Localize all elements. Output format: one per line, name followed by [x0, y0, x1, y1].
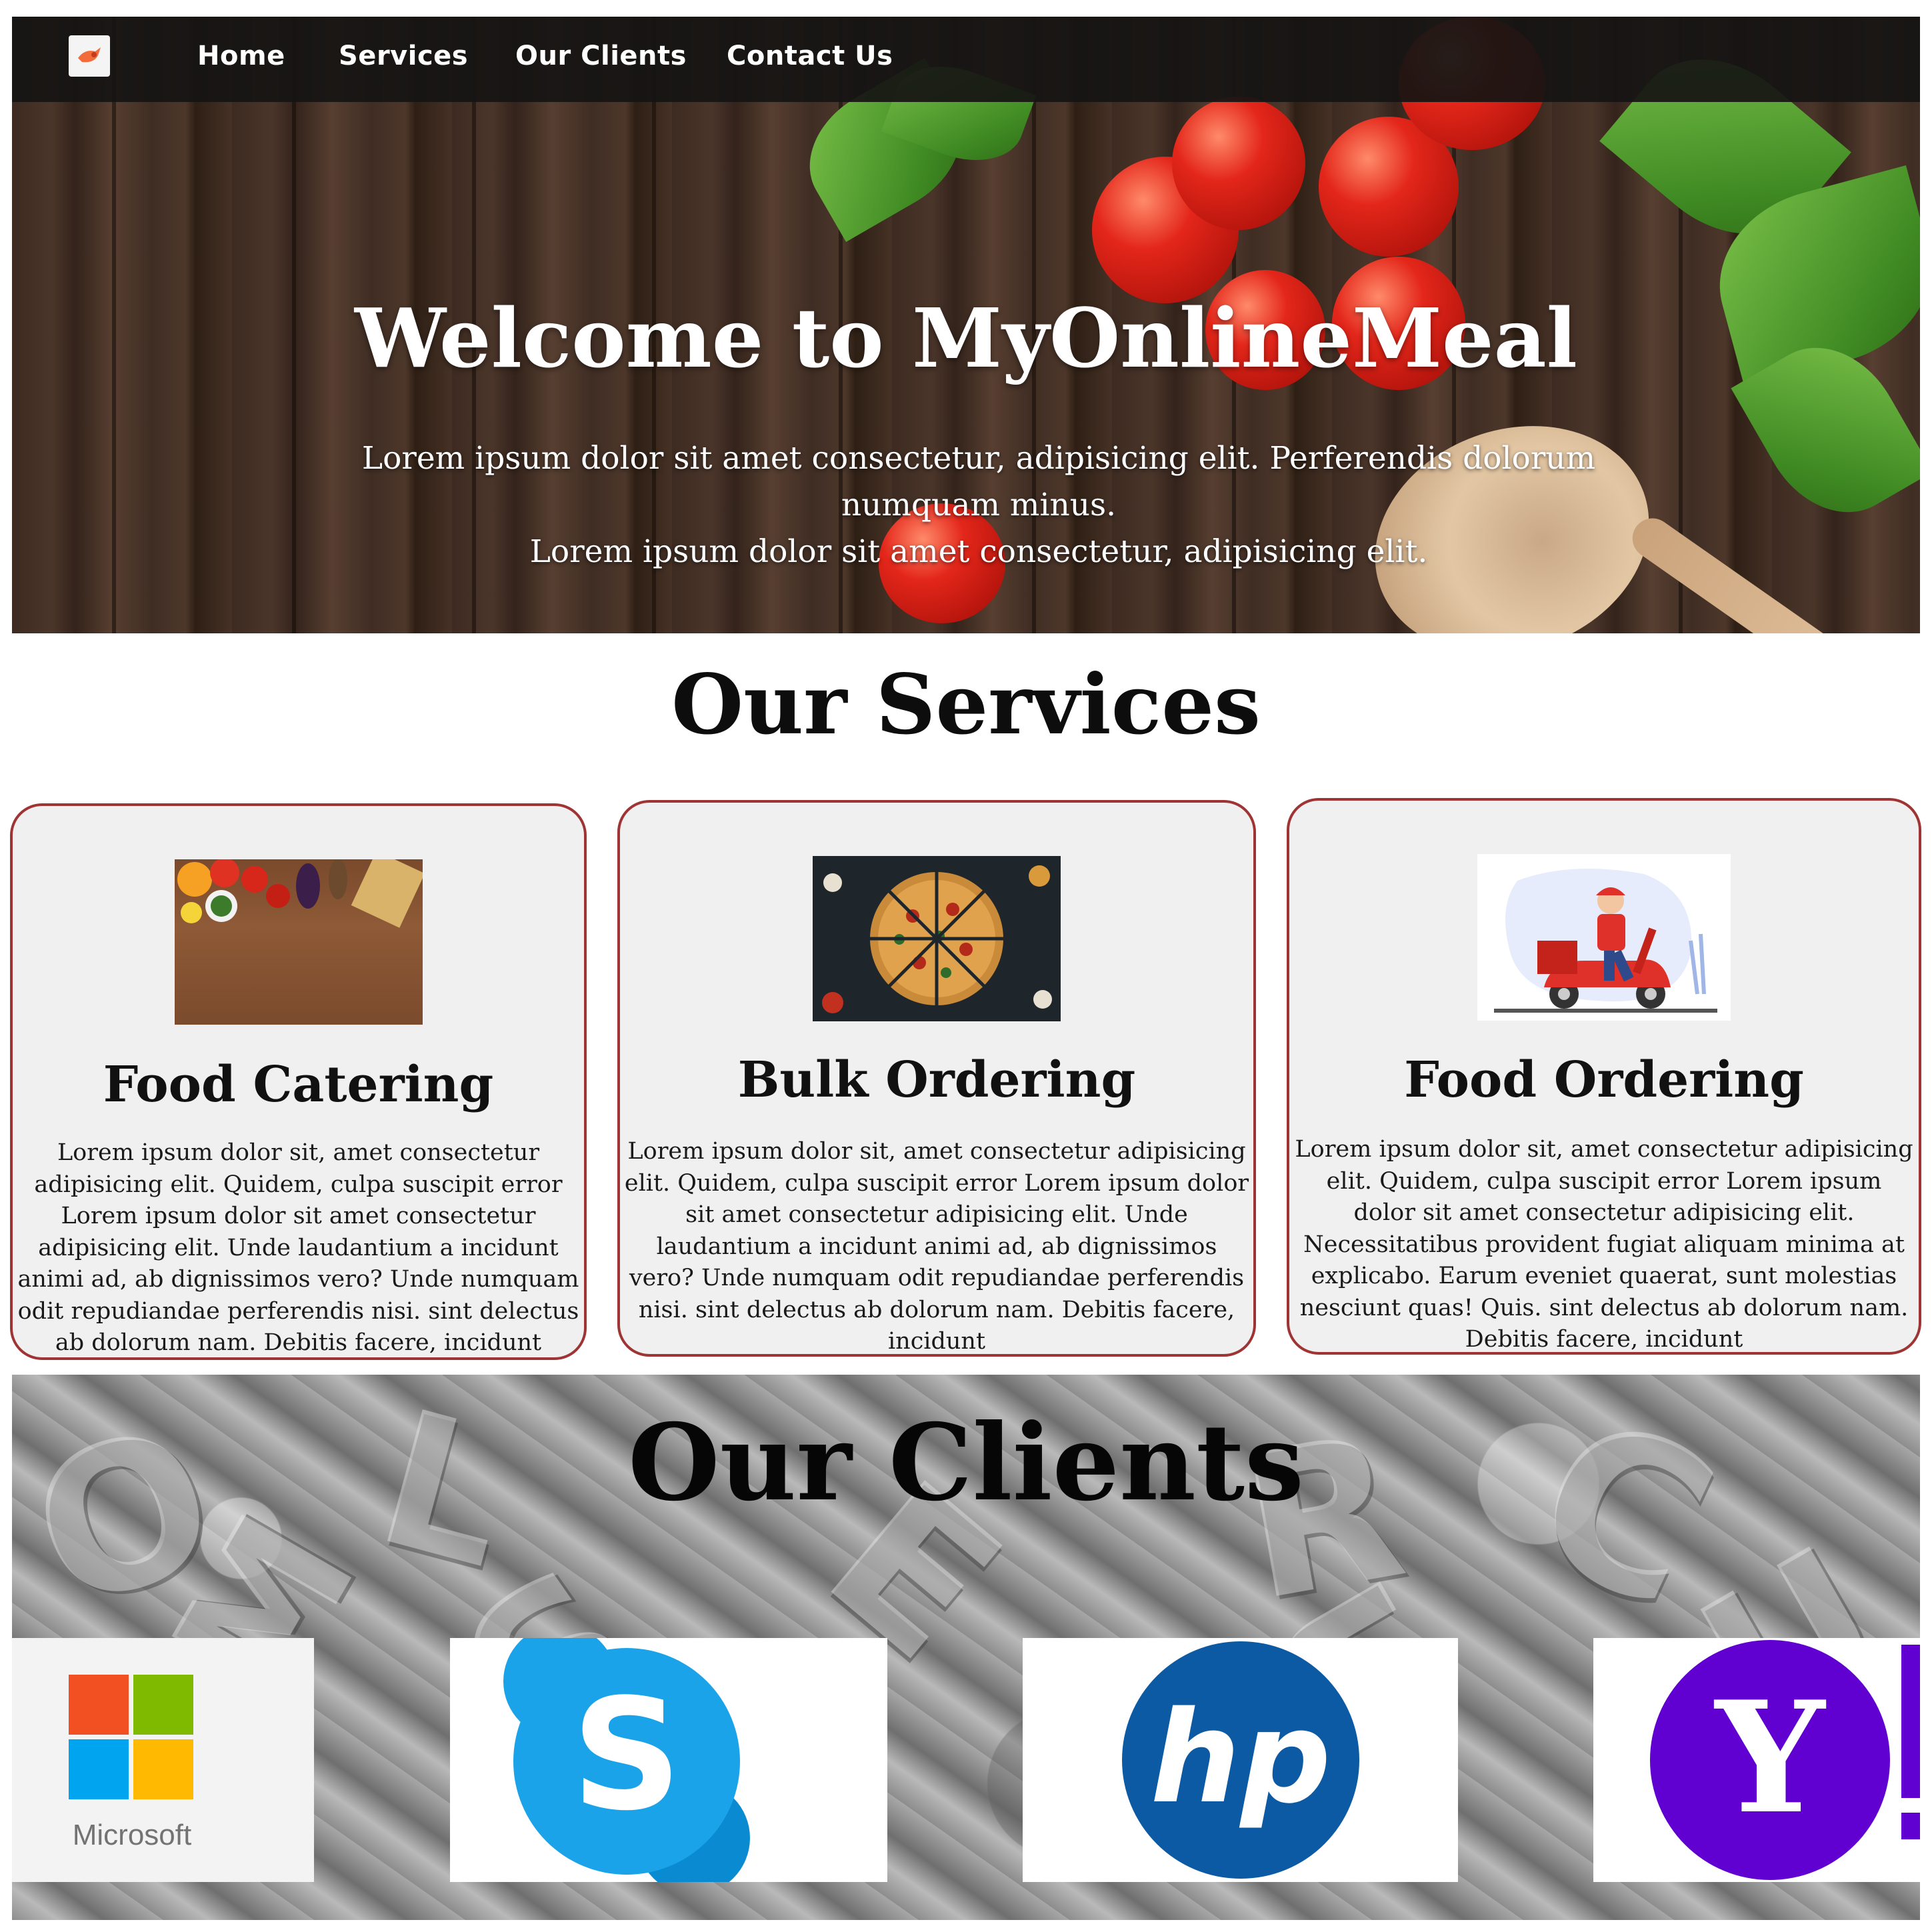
client-logo-yahoo[interactable]: Y	[1593, 1638, 1920, 1882]
nav-services-link[interactable]: Services	[339, 41, 468, 71]
skype-logo-icon: S	[503, 1625, 750, 1895]
service-card-description: Lorem ipsum dolor sit, amet consectetur …	[1295, 1136, 1913, 1353]
delivery-scooter-illustration	[1494, 869, 1717, 1013]
svg-text:Y: Y	[1713, 1668, 1827, 1848]
nav-our-clients-link[interactable]: Our Clients	[515, 41, 687, 71]
food-ordering-image	[1477, 854, 1731, 1021]
top-navbar: Home Services Our Clients Contact Us	[12, 17, 1920, 102]
nav-contact-us-link[interactable]: Contact Us	[727, 41, 893, 71]
service-card-food-ordering: Food Ordering Lorem ipsum dolor sit, ame…	[1287, 798, 1921, 1355]
pizza-illustration	[822, 865, 1052, 1013]
services-heading: Our Services	[671, 657, 1261, 753]
hp-logo-icon: hp	[1122, 1641, 1359, 1879]
service-card-title: Bulk Ordering	[737, 1051, 1136, 1109]
nav-home-link[interactable]: Home	[197, 41, 285, 71]
service-card-title: Food Ordering	[1404, 1051, 1804, 1109]
hero-section: Home Services Our Clients Contact Us Wel…	[12, 17, 1920, 633]
tomato-image	[1172, 97, 1305, 230]
service-card-description: Lorem ipsum dolor sit, amet consectetur …	[17, 1139, 579, 1356]
service-card-bulk-ordering: Bulk Ordering Lorem ipsum dolor sit, ame…	[617, 800, 1256, 1357]
service-card-title: Food Catering	[103, 1056, 494, 1113]
svg-text:S: S	[571, 1667, 682, 1845]
hero-subtitle: Lorem ipsum dolor sit amet consectetur, …	[292, 435, 1665, 575]
microsoft-logo-icon: Microsoft	[69, 1675, 193, 1851]
logo-icon	[78, 47, 101, 63]
food-catering-image	[174, 859, 423, 1025]
hero-title: Welcome to MyOnlineMeal	[354, 290, 1578, 386]
vegetables-illustration	[177, 859, 423, 928]
svg-text:hp: hp	[1150, 1684, 1331, 1831]
hero-subtitle-line: Lorem ipsum dolor sit amet consectetur, …	[361, 440, 1596, 523]
client-logo-label: Microsoft	[73, 1819, 191, 1851]
service-card-description: Lorem ipsum dolor sit, amet consectetur …	[624, 1138, 1249, 1355]
client-logo-microsoft[interactable]: Microsoft	[12, 1638, 314, 1882]
yahoo-logo-icon: Y	[1650, 1640, 1920, 1880]
service-card-food-catering: Food Catering Lorem ipsum dolor sit, ame…	[10, 803, 587, 1360]
client-logo-hp[interactable]: hp	[1023, 1638, 1458, 1882]
client-logo-skype[interactable]: S	[450, 1625, 887, 1895]
bulk-ordering-image	[813, 856, 1061, 1021]
hero-subtitle-line: Lorem ipsum dolor sit amet consectetur, …	[529, 533, 1428, 570]
site-logo[interactable]	[69, 35, 110, 77]
clients-section: O L S E R C U U M Our Clients Microsoft …	[12, 1375, 1920, 1920]
clients-heading: Our Clients	[628, 1401, 1304, 1525]
